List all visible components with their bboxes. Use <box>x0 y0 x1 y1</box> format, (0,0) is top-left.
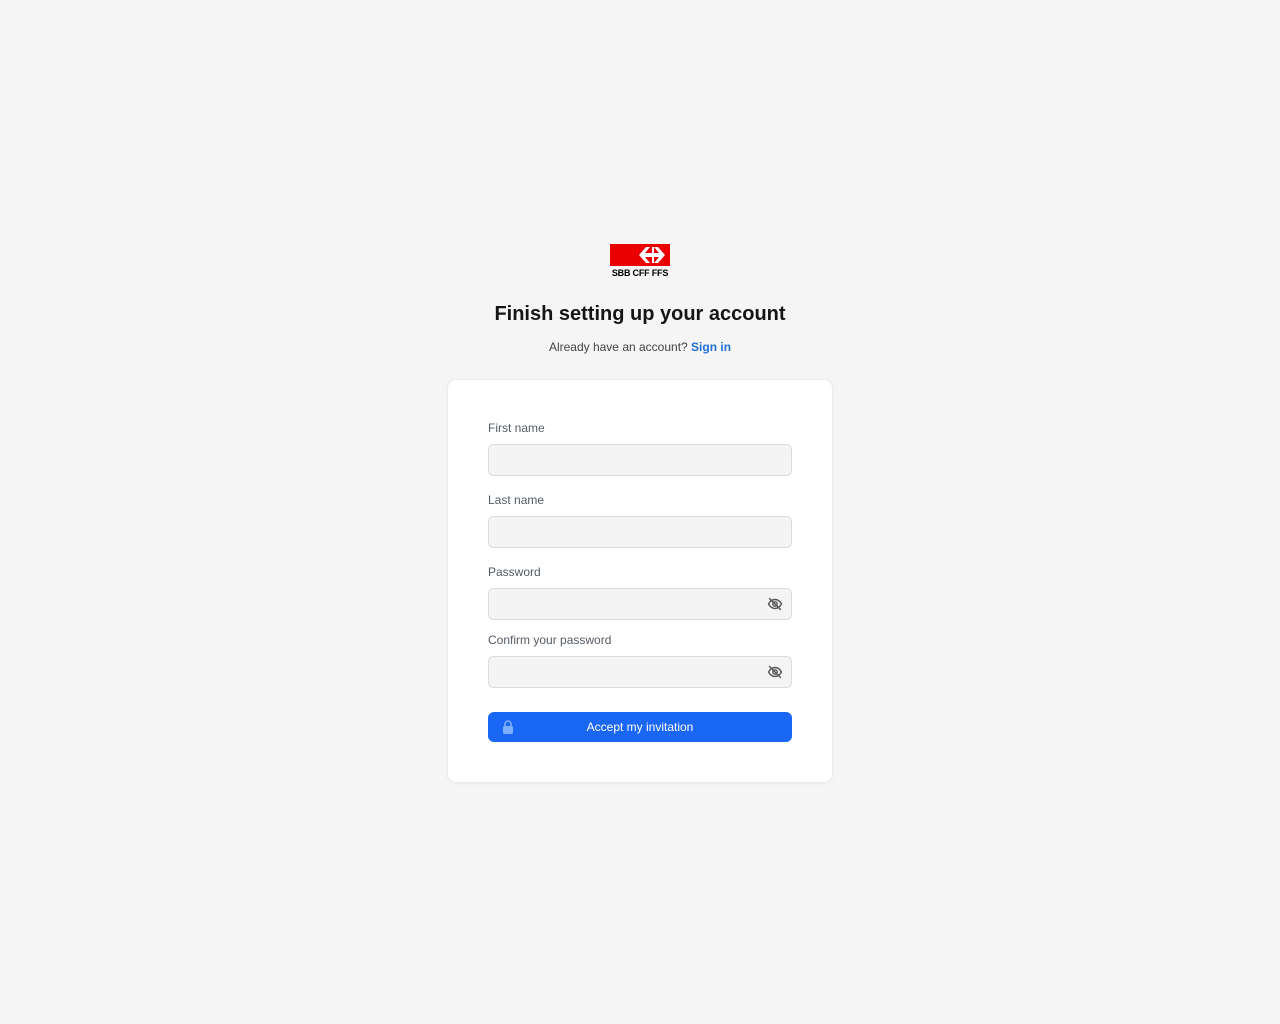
sbb-logo: SBB CFF FFS <box>610 244 670 280</box>
last-name-label: Last name <box>488 493 545 507</box>
password-input[interactable] <box>489 589 791 619</box>
eye-off-icon[interactable] <box>767 664 783 680</box>
signup-form-card: First name Last name Password Confirm yo… <box>448 380 832 782</box>
last-name-input[interactable] <box>489 517 791 547</box>
signup-page: SBB CFF FFS Finish setting up your accou… <box>0 0 1280 1024</box>
lock-icon <box>503 720 513 734</box>
eye-off-icon[interactable] <box>767 596 783 612</box>
confirm-password-label: Confirm your password <box>488 633 612 647</box>
confirm-password-field-wrapper <box>488 656 792 688</box>
logo-wordmark: SBB CFF FFS <box>611 268 669 278</box>
sign-in-prompt-text: Already have an account? <box>548 340 688 354</box>
sbb-flag-icon <box>610 244 670 266</box>
first-name-label: First name <box>488 421 545 435</box>
last-name-field-wrapper <box>488 516 792 548</box>
double-arrow-icon <box>639 247 665 263</box>
confirm-password-input[interactable] <box>489 657 791 687</box>
first-name-input[interactable] <box>489 445 791 475</box>
password-field-wrapper <box>488 588 792 620</box>
accept-invitation-button[interactable]: Accept my invitation <box>488 712 792 742</box>
sign-in-prompt: Already have an account? Sign in <box>0 340 1280 354</box>
sign-in-link[interactable]: Sign in <box>691 340 731 354</box>
password-label: Password <box>488 565 541 579</box>
accept-invitation-label: Accept my invitation <box>586 720 694 734</box>
page-title: Finish setting up your account <box>494 303 786 325</box>
first-name-field-wrapper <box>488 444 792 476</box>
